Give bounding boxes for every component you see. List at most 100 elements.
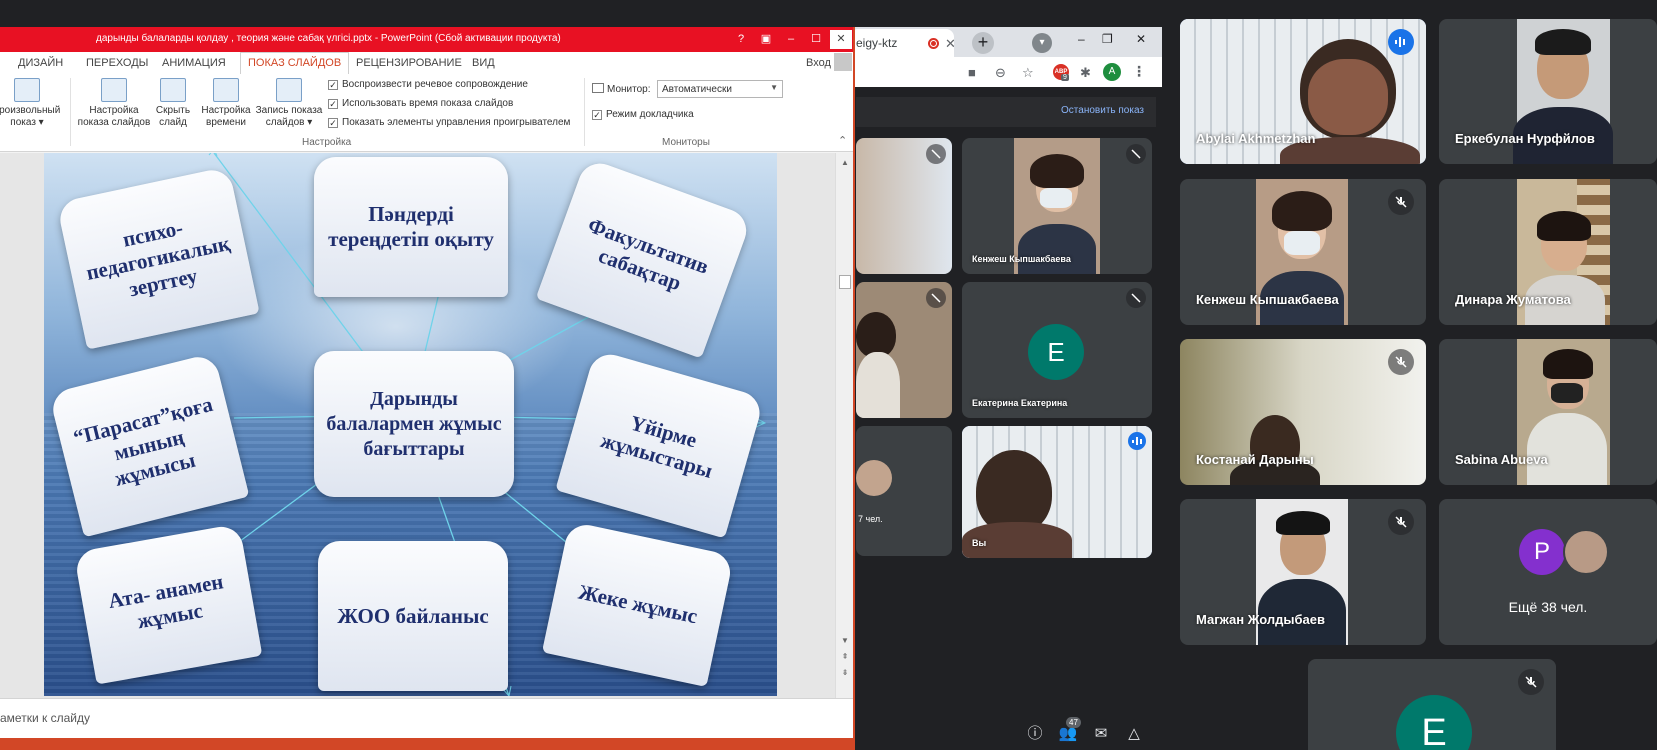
participant-tile[interactable]: Sabina Abueva bbox=[1439, 339, 1657, 485]
rehearse-timings-button[interactable]: Настройка времени bbox=[198, 78, 254, 129]
button-label: Запись показа bbox=[255, 105, 323, 116]
participant-tile[interactable]: Динара Жуматова bbox=[1439, 179, 1657, 325]
notes-placeholder: аметки к слайду bbox=[0, 711, 90, 725]
tab-design[interactable]: ДИЗАЙН bbox=[18, 57, 63, 69]
setup-slide-show-button[interactable]: Настройка показа слайдов bbox=[76, 78, 152, 129]
group-separator bbox=[70, 78, 71, 146]
participant-tile[interactable]: Магжан Жолдыбаев bbox=[1180, 499, 1426, 645]
browser-tab-title: eigy-ktz bbox=[856, 36, 898, 50]
custom-show-button[interactable]: произвольный показ ▾ bbox=[0, 78, 62, 129]
close-icon[interactable]: ✕ bbox=[1136, 32, 1146, 46]
bookmark-star-icon[interactable]: ☆ bbox=[1022, 65, 1034, 81]
activities-icon[interactable]: △ bbox=[1124, 724, 1144, 744]
participant-tile[interactable]: Кенжеш Кыпшакбаева bbox=[1180, 179, 1426, 325]
participant-tile-partial[interactable] bbox=[856, 282, 952, 418]
mic-off-icon bbox=[1388, 349, 1414, 375]
collapse-ribbon-icon[interactable]: ⌃ bbox=[838, 134, 847, 147]
stop-presenting-button[interactable]: Остановить показ bbox=[1061, 105, 1144, 116]
camera-icon[interactable]: ■ bbox=[968, 65, 976, 80]
window-title: дарынды балаларды қолдау , теория және с… bbox=[96, 33, 561, 44]
monitor-select[interactable]: Автоматически ▼ bbox=[657, 80, 783, 98]
browser-menu-icon[interactable]: ⋮ bbox=[1132, 63, 1146, 80]
extensions-puzzle-icon[interactable]: ✱ bbox=[1080, 65, 1091, 81]
hide-slide-button[interactable]: Скрыть слайд bbox=[150, 78, 196, 129]
speaking-indicator-icon bbox=[1128, 432, 1146, 450]
more-participants-tile[interactable]: P Ещё 38 чел. bbox=[1439, 499, 1657, 645]
zoom-icon[interactable]: ⊖ bbox=[995, 65, 1006, 81]
participant-tile-partial[interactable] bbox=[856, 138, 952, 274]
minimize-icon[interactable]: – bbox=[780, 30, 802, 49]
participant-tile[interactable]: Е Екатерина Екатерина bbox=[962, 282, 1152, 418]
participant-tile[interactable]: Кенжеш Кыпшакбаева bbox=[962, 138, 1152, 274]
slide-canvas[interactable]: психо-педагогикалық зерттеу Пәндерді тер… bbox=[44, 153, 777, 696]
participant-avatar-photo bbox=[856, 460, 892, 496]
chat-icon[interactable]: ✉ bbox=[1091, 724, 1111, 744]
mic-off-icon bbox=[1126, 144, 1146, 164]
checkbox-checked-icon: ✓ bbox=[328, 99, 338, 109]
tab-transitions[interactable]: ПЕРЕХОДЫ bbox=[86, 57, 148, 69]
participant-name: Костанай Дарыны bbox=[1196, 452, 1314, 467]
participant-tile[interactable]: E bbox=[1308, 659, 1556, 750]
extension-count-badge: 9 bbox=[1061, 74, 1069, 81]
scroll-down-icon[interactable]: ▼ bbox=[839, 635, 851, 647]
show-media-controls-checkbox[interactable]: ✓ Показать элементы управления проигрыват… bbox=[328, 117, 570, 128]
self-tile[interactable]: Вы bbox=[962, 426, 1152, 558]
maximize-icon[interactable]: ☐ bbox=[805, 30, 827, 49]
previous-slide-icon[interactable]: ⇞ bbox=[839, 651, 851, 663]
meeting-info-icon[interactable]: ⓘ bbox=[1025, 724, 1045, 744]
record-slide-show-button[interactable]: Запись показа слайдов ▾ bbox=[254, 78, 324, 129]
account-avatar[interactable]: A bbox=[1103, 63, 1121, 81]
user-avatar[interactable] bbox=[834, 53, 852, 71]
button-label: произвольный bbox=[0, 105, 61, 116]
tab-animation[interactable]: АНИМАЦИЯ bbox=[162, 57, 226, 69]
participant-shoulders bbox=[856, 352, 900, 418]
close-icon[interactable]: ✕ bbox=[830, 30, 852, 49]
more-participants-label: Ещё 38 чел. bbox=[1508, 599, 1588, 615]
tab-slide-show[interactable]: ПОКАЗ СЛАЙДОВ bbox=[239, 52, 350, 75]
button-label: показ ▾ bbox=[10, 117, 44, 128]
participant-name: Вы bbox=[972, 538, 987, 548]
minimize-icon[interactable]: – bbox=[1078, 32, 1085, 46]
scroll-thumb[interactable] bbox=[839, 275, 851, 289]
participant-name: Sabina Abueva bbox=[1455, 452, 1548, 467]
browser-tab[interactable]: eigy-ktz ✕ bbox=[850, 29, 954, 57]
mic-off-icon bbox=[1126, 288, 1146, 308]
participant-name: Кенжеш Кыпшакбаева bbox=[972, 254, 1071, 264]
button-label: Скрыть bbox=[155, 105, 191, 116]
participant-tile[interactable]: Костанай Дарыны bbox=[1180, 339, 1426, 485]
recording-icon bbox=[928, 38, 939, 49]
mic-off-icon bbox=[926, 288, 946, 308]
sign-in-link[interactable]: Вход bbox=[806, 57, 831, 69]
vertical-scrollbar[interactable]: ▲ ▼ ⇞ ⇟ bbox=[835, 153, 853, 698]
record-icon bbox=[276, 78, 302, 102]
ribbon-display-icon[interactable]: ▣ bbox=[755, 30, 777, 49]
help-icon[interactable]: ? bbox=[730, 30, 752, 49]
tab-review[interactable]: РЕЦЕНЗИРОВАНИЕ bbox=[356, 57, 462, 69]
next-slide-icon[interactable]: ⇟ bbox=[839, 667, 851, 679]
participant-name: Кенжеш Кыпшакбаева bbox=[1196, 292, 1339, 307]
status-bar bbox=[0, 738, 853, 750]
button-label: Настройка bbox=[201, 105, 251, 116]
new-tab-button[interactable]: + bbox=[972, 32, 994, 54]
notes-pane[interactable]: аметки к слайду bbox=[0, 698, 853, 738]
participant-name: Магжан Жолдыбаев bbox=[1196, 612, 1325, 627]
more-participants-tile-partial[interactable]: 7 чел. bbox=[856, 426, 952, 556]
scroll-up-icon[interactable]: ▲ bbox=[839, 157, 851, 169]
participant-tile[interactable]: Еркебулан Нурфйлов bbox=[1439, 19, 1657, 164]
tab-search-icon[interactable]: ▾ bbox=[1032, 33, 1052, 53]
use-timings-checkbox[interactable]: ✓ Использовать время показа слайдов bbox=[328, 98, 513, 109]
participant-tile[interactable]: Abylai Akhmetzhan bbox=[1180, 19, 1426, 164]
hide-slide-icon bbox=[160, 78, 186, 102]
presenter-view-checkbox[interactable]: ✓ Режим докладчика bbox=[592, 109, 694, 120]
slide-card: ЖОО байланыс bbox=[318, 541, 508, 691]
checkbox-checked-icon: ✓ bbox=[328, 80, 338, 90]
more-participants-label: 7 чел. bbox=[858, 514, 883, 524]
tab-view[interactable]: ВИД bbox=[472, 57, 495, 69]
speaking-indicator-icon bbox=[1388, 29, 1414, 55]
button-label: слайдов ▾ bbox=[265, 117, 313, 128]
play-narrations-checkbox[interactable]: ✓ Воспроизвести речевое сопровождение bbox=[328, 79, 528, 90]
checkbox-label: Использовать время показа слайдов bbox=[342, 98, 514, 109]
restore-icon[interactable]: ❐ bbox=[1102, 32, 1113, 46]
participant-name: Abylai Akhmetzhan bbox=[1196, 131, 1316, 146]
tab-close-icon[interactable]: ✕ bbox=[945, 36, 954, 52]
